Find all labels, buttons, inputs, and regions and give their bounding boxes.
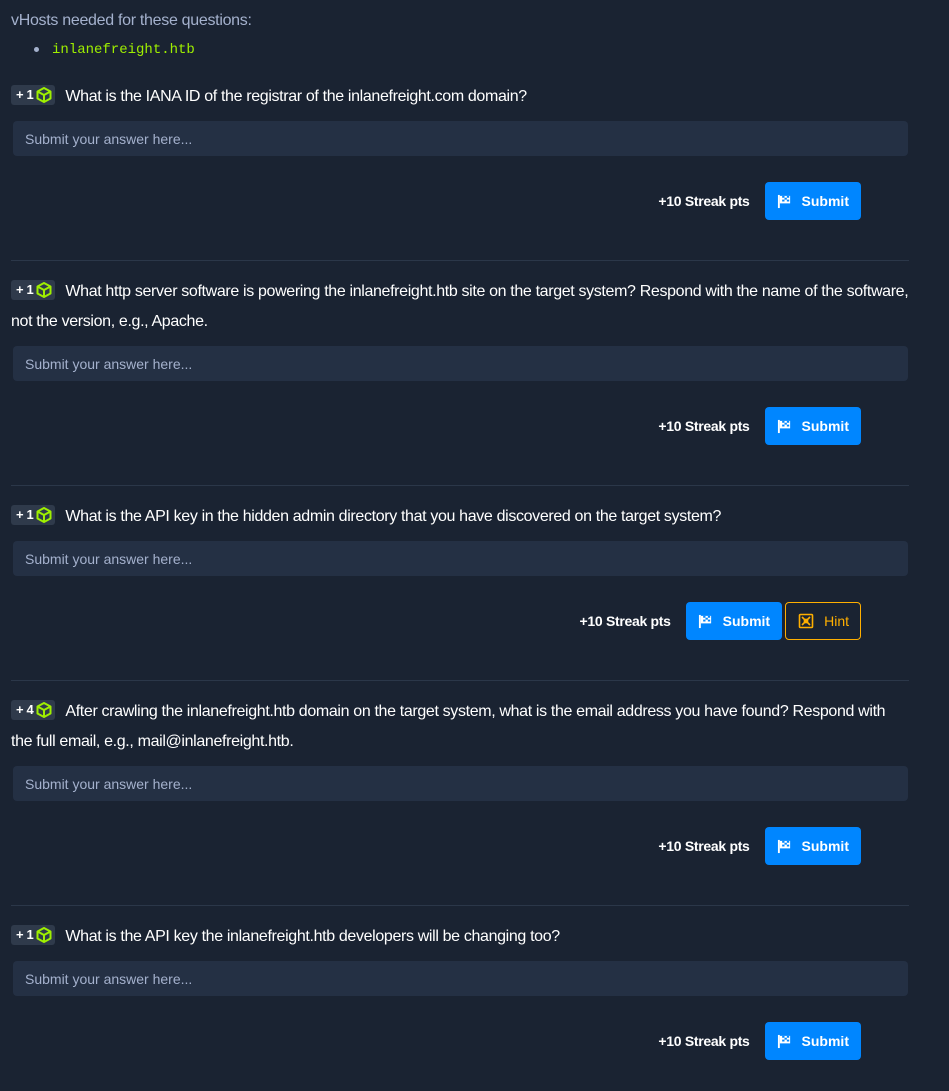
- points-value: + 1: [16, 282, 34, 298]
- answer-input[interactable]: [13, 766, 908, 801]
- flag-icon: [698, 614, 711, 628]
- cube-icon: [36, 927, 52, 944]
- submit-label: Submit: [801, 418, 849, 434]
- flag-icon: [777, 839, 790, 853]
- points-badge: + 1: [11, 505, 56, 526]
- submit-button[interactable]: Submit: [764, 407, 861, 445]
- question-header: + 1 What is the API key in the hidden ad…: [11, 502, 909, 532]
- answer-input[interactable]: [13, 121, 908, 156]
- streak-points: +10 Streak pts: [658, 838, 750, 854]
- vhost-item: inlanefreight.htb: [34, 40, 195, 60]
- page: vHosts needed for these questions: inlan…: [0, 0, 949, 1091]
- submit-button[interactable]: Submit: [685, 602, 783, 640]
- points-badge: + 1: [11, 280, 56, 301]
- answer-input[interactable]: [13, 541, 908, 576]
- question-text: What http server software is powering th…: [11, 283, 909, 330]
- cube-icon: [36, 507, 52, 524]
- question-header: + 1 What is the IANA ID of the registrar…: [11, 82, 909, 112]
- divider: [11, 485, 909, 486]
- submit-label: Submit: [722, 613, 771, 629]
- question-text: What is the API key in the hidden admin …: [65, 508, 722, 525]
- question-text: What is the IANA ID of the registrar of …: [65, 88, 527, 105]
- divider: [11, 905, 909, 906]
- cube-icon: [36, 702, 52, 719]
- points-value: + 1: [16, 507, 34, 523]
- points-badge: + 1: [11, 925, 56, 946]
- answer-input[interactable]: [13, 346, 908, 381]
- question-header: + 4 After crawling the inlanefreight.htb…: [11, 697, 909, 757]
- points-value: + 4: [16, 702, 34, 718]
- question-text: After crawling the inlanefreight.htb dom…: [11, 703, 886, 750]
- divider: [11, 260, 909, 261]
- points-value: + 1: [16, 87, 34, 103]
- question-actions: +10 Streak pts Submit: [658, 182, 861, 220]
- question-header: + 1 What is the API key the inlanefreigh…: [11, 922, 909, 952]
- submit-button[interactable]: Submit: [764, 1022, 861, 1060]
- hint-icon: [798, 613, 814, 629]
- points-value: + 1: [16, 927, 34, 943]
- divider: [11, 680, 909, 681]
- flag-icon: [777, 419, 790, 433]
- submit-label: Submit: [801, 1033, 849, 1049]
- submit-button[interactable]: Submit: [764, 827, 861, 865]
- flag-icon: [777, 194, 790, 208]
- hint-label: Hint: [824, 613, 849, 629]
- submit-button[interactable]: Submit: [764, 182, 861, 220]
- cube-icon: [36, 282, 52, 299]
- streak-points: +10 Streak pts: [658, 193, 750, 209]
- question-text: What is the API key the inlanefreight.ht…: [65, 928, 560, 945]
- streak-points: +10 Streak pts: [579, 613, 671, 629]
- submit-label: Submit: [801, 193, 849, 209]
- hint-button[interactable]: Hint: [785, 602, 861, 640]
- question-actions: +10 Streak pts Submit: [658, 407, 861, 445]
- vhosts-title: vHosts needed for these questions:: [11, 12, 252, 29]
- points-badge: + 4: [11, 700, 56, 721]
- submit-label: Submit: [801, 838, 849, 854]
- flag-icon: [777, 1034, 790, 1048]
- answer-input[interactable]: [13, 961, 908, 996]
- streak-points: +10 Streak pts: [658, 1033, 750, 1049]
- vhosts-list: inlanefreight.htb: [34, 40, 195, 60]
- streak-points: +10 Streak pts: [658, 418, 750, 434]
- question-actions: +10 Streak pts Submit: [658, 1022, 861, 1060]
- question-actions: +10 Streak pts Submit Hint: [579, 602, 861, 640]
- question-header: + 1 What http server software is powerin…: [11, 277, 909, 337]
- question-actions: +10 Streak pts Submit: [658, 827, 861, 865]
- cube-icon: [36, 87, 52, 104]
- points-badge: + 1: [11, 85, 56, 106]
